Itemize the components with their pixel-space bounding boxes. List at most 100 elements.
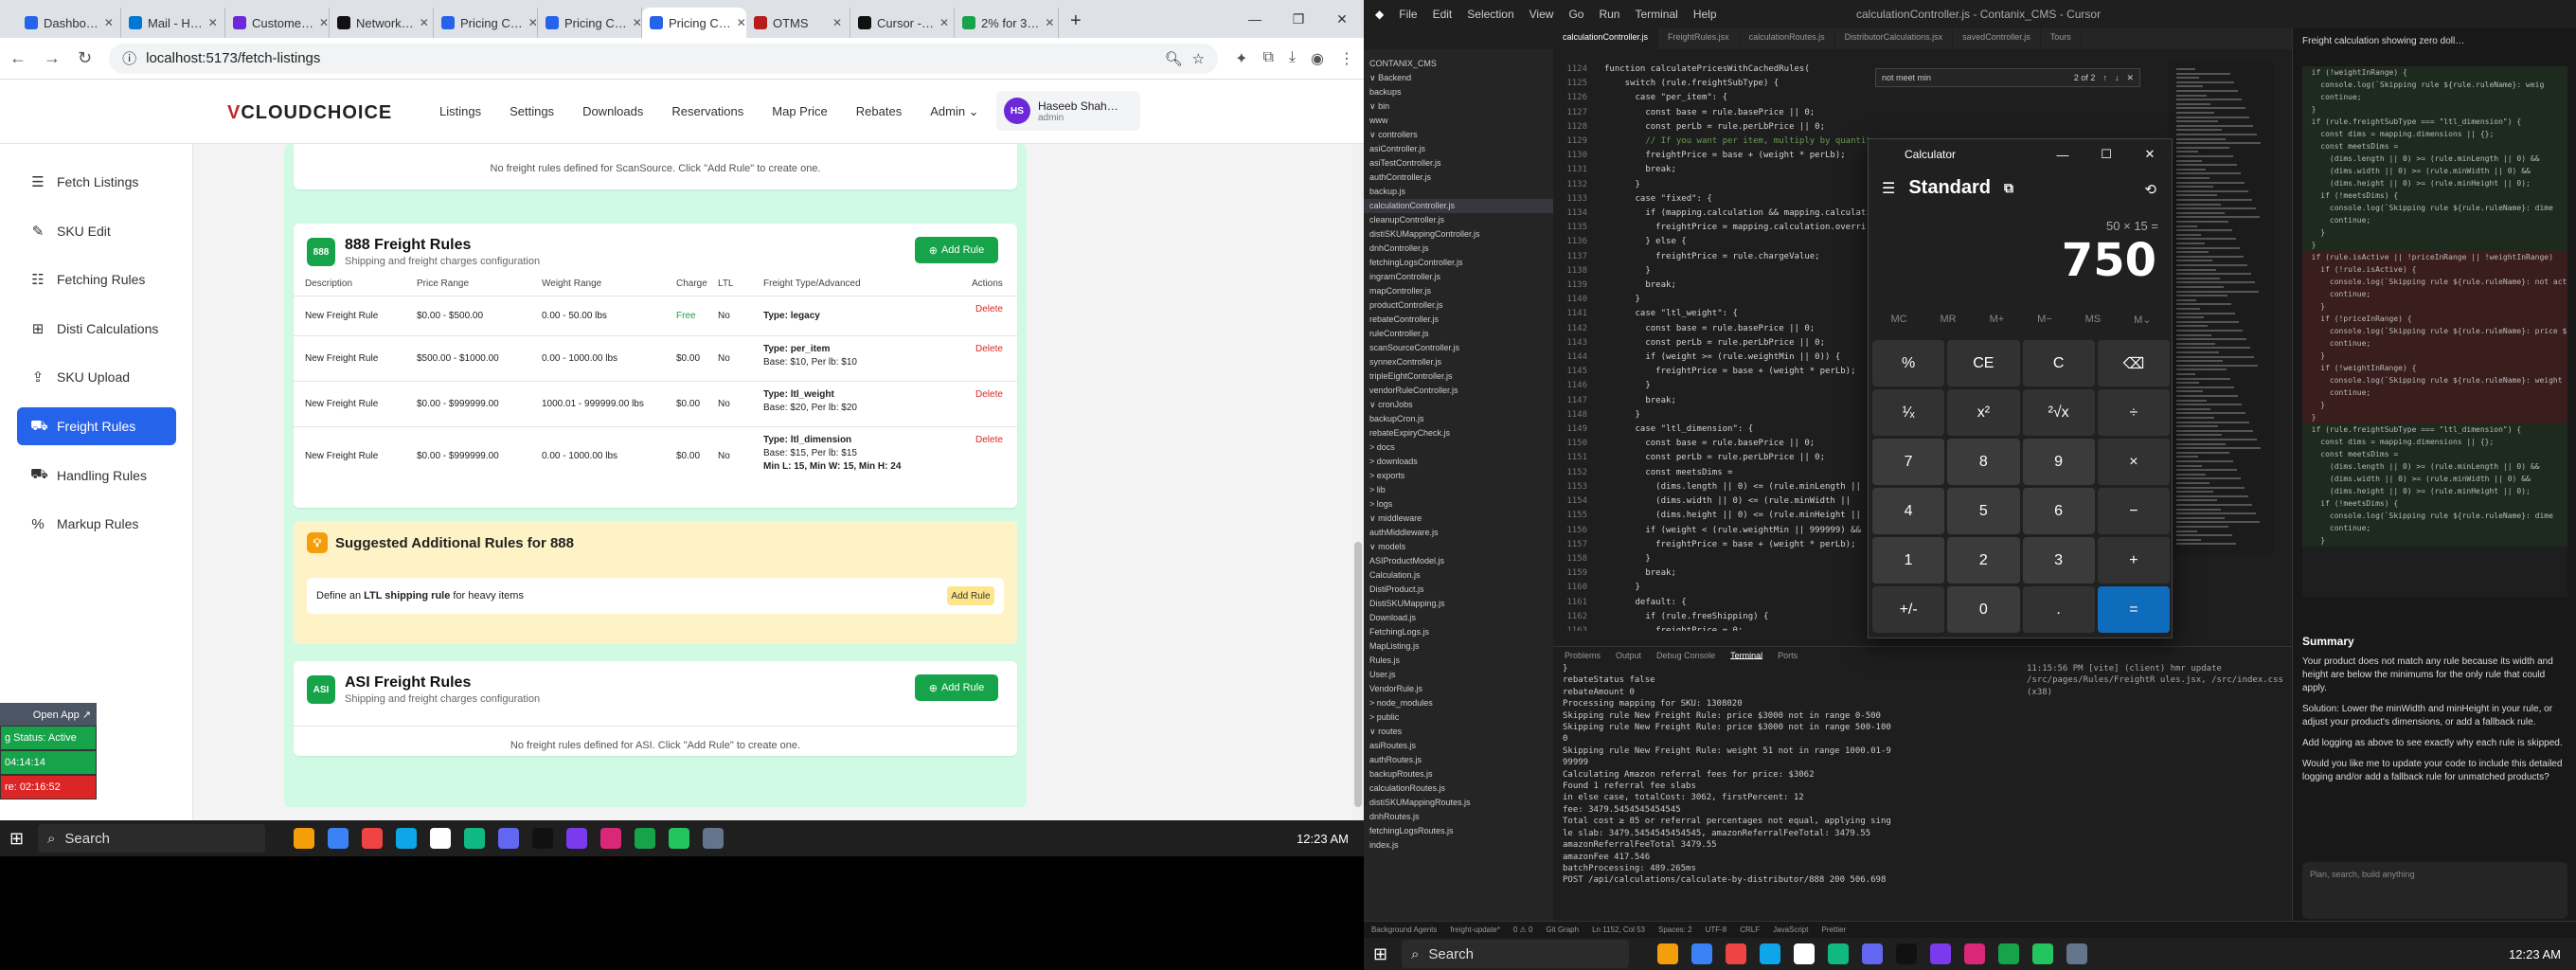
explorer-item[interactable]: www: [1364, 114, 1553, 128]
taskbar-app-icon[interactable]: [566, 828, 587, 849]
explorer-item[interactable]: Calculation.js: [1364, 568, 1553, 583]
chat-input[interactable]: Plan, search, build anything: [2302, 862, 2567, 919]
explorer-item[interactable]: VendorRule.js: [1364, 682, 1553, 696]
memory-button-5[interactable]: M⌄: [2134, 314, 2151, 326]
close-icon[interactable]: ✕: [1320, 0, 1364, 38]
memory-button-1[interactable]: MR: [1941, 314, 1957, 326]
editor-tab[interactable]: Tours: [2041, 28, 2082, 49]
tab-close-icon[interactable]: ✕: [104, 16, 114, 29]
zoom-icon[interactable]: 🔍︎: [1165, 50, 1183, 67]
taskbar-app-icon[interactable]: [2032, 943, 2053, 964]
calc-key[interactable]: 5: [1947, 488, 2020, 534]
status-item[interactable]: 0 ⚠ 0: [1513, 925, 1533, 934]
explorer-item[interactable]: ingramController.js: [1364, 270, 1553, 284]
browser-tab[interactable]: Pricing C… ✕: [642, 8, 746, 38]
taskbar-app-icon[interactable]: [1760, 943, 1780, 964]
explorer-item[interactable]: asiTestController.js: [1364, 156, 1553, 171]
explorer-item[interactable]: synnexController.js: [1364, 355, 1553, 369]
explorer-item[interactable]: FetchingLogs.js: [1364, 625, 1553, 639]
minimize-icon[interactable]: —: [1233, 0, 1277, 38]
calc-key[interactable]: −: [2097, 488, 2170, 534]
minimize-icon[interactable]: —: [2041, 139, 2084, 170]
sidebar-item-disti-calculations[interactable]: ⊞ Disti Calculations: [17, 310, 176, 348]
calc-key[interactable]: ÷: [2097, 389, 2170, 436]
taskbar-app-icon[interactable]: [635, 828, 655, 849]
explorer-item[interactable]: ∨ Backend: [1364, 71, 1553, 85]
explorer-item[interactable]: > logs: [1364, 497, 1553, 512]
taskbar-app-icon[interactable]: [703, 828, 724, 849]
menu-view[interactable]: View: [1530, 8, 1554, 21]
open-app-button[interactable]: Open App ↗: [0, 703, 97, 726]
explorer-item[interactable]: fetchingLogsController.js: [1364, 256, 1553, 270]
status-item[interactable]: Ln 1152, Col 53: [1592, 925, 1645, 934]
explorer-item[interactable]: ∨ bin: [1364, 99, 1553, 114]
status-item[interactable]: Spaces: 2: [1658, 925, 1692, 934]
panel-tab-debug-console[interactable]: Debug Console: [1656, 651, 1715, 660]
panel-tab-problems[interactable]: Problems: [1565, 651, 1601, 660]
tab-close-icon[interactable]: ✕: [528, 16, 537, 29]
menu-help[interactable]: Help: [1693, 8, 1717, 21]
explorer-item[interactable]: distiSKUMappingController.js: [1364, 227, 1553, 242]
vcloudchoice-logo[interactable]: VCLOUDCHOICE: [227, 102, 392, 124]
explorer-item[interactable]: ruleController.js: [1364, 327, 1553, 341]
calc-key[interactable]: 8: [1947, 439, 2020, 485]
panel-tab-output[interactable]: Output: [1616, 651, 1641, 660]
calc-key[interactable]: ²√x: [2022, 389, 2095, 436]
scrollbar-thumb[interactable]: [1354, 542, 1362, 807]
sidebar-item-handling-rules[interactable]: ⛟ Handling Rules: [17, 457, 176, 494]
tab-close-icon[interactable]: ✕: [939, 16, 949, 29]
calc-key[interactable]: 6: [2022, 488, 2095, 534]
explorer-item[interactable]: mapController.js: [1364, 284, 1553, 298]
explorer-item[interactable]: backupRoutes.js: [1364, 767, 1553, 781]
explorer-item[interactable]: CONTANIX_CMS: [1364, 57, 1553, 71]
taskbar-app-icon[interactable]: [600, 828, 621, 849]
calc-key[interactable]: %: [1872, 340, 1945, 386]
explorer-item[interactable]: calculationRoutes.js: [1364, 781, 1553, 796]
menu-terminal[interactable]: Terminal: [1635, 8, 1677, 21]
browser-tab[interactable]: Network… ✕: [330, 8, 434, 38]
status-item[interactable]: CRLF: [1740, 925, 1760, 934]
explorer-item[interactable]: cleanupController.js: [1364, 213, 1553, 227]
explorer-item[interactable]: rebateExpiryCheck.js: [1364, 426, 1553, 440]
back-icon[interactable]: ←: [9, 48, 27, 68]
explorer-item[interactable]: backups: [1364, 85, 1553, 99]
explorer-item[interactable]: productController.js: [1364, 298, 1553, 313]
taskbar-app-icon[interactable]: [1862, 943, 1883, 964]
editor-tab[interactable]: calculationRoutes.js: [1740, 28, 1835, 49]
taskbar-app-icon[interactable]: [1828, 943, 1849, 964]
explorer-item[interactable]: MapListing.js: [1364, 639, 1553, 654]
windows-start-icon[interactable]: ⊞: [9, 829, 28, 848]
calc-key[interactable]: 1: [1872, 537, 1945, 584]
download-icon[interactable]: ⤓: [1289, 49, 1296, 68]
explorer-item[interactable]: ASIProductModel.js: [1364, 554, 1553, 568]
sidebar-item-sku-edit[interactable]: ✎ SKU Edit: [17, 212, 176, 250]
sidebar-item-fetch-listings[interactable]: ☰ Fetch Listings: [17, 163, 176, 201]
site-info-icon[interactable]: ⓘ: [122, 48, 136, 68]
explorer-item[interactable]: ∨ middleware: [1364, 512, 1553, 526]
taskbar-app-icon[interactable]: [1794, 943, 1815, 964]
explorer-item[interactable]: backup.js: [1364, 185, 1553, 199]
explorer-item[interactable]: fetchingLogsRoutes.js: [1364, 824, 1553, 838]
calc-key[interactable]: +: [2097, 537, 2170, 584]
explorer-item[interactable]: calculationController.js: [1364, 199, 1553, 213]
explorer-item[interactable]: User.js: [1364, 668, 1553, 682]
find-next-icon[interactable]: ↓: [2115, 73, 2120, 82]
calc-key[interactable]: C: [2022, 340, 2095, 386]
explorer-item[interactable]: > public: [1364, 710, 1553, 725]
calc-key[interactable]: 3: [2022, 537, 2095, 584]
explorer-item[interactable]: rebateController.js: [1364, 313, 1553, 327]
status-item[interactable]: Background Agents: [1371, 925, 1437, 934]
taskbar-app-icon[interactable]: [1657, 943, 1678, 964]
calc-key[interactable]: ¹⁄ₓ: [1872, 389, 1945, 436]
browser-tab[interactable]: 2% for 3… ✕: [955, 8, 1059, 38]
tab-close-icon[interactable]: ✕: [633, 16, 641, 29]
taskbar-app-icon[interactable]: [1964, 943, 1985, 964]
browser-tab[interactable]: Custome… ✕: [225, 8, 330, 38]
explorer-item[interactable]: > docs: [1364, 440, 1553, 455]
nav-link-3[interactable]: Reservations: [671, 104, 743, 119]
explorer-item[interactable]: authController.js: [1364, 171, 1553, 185]
calc-key[interactable]: 9: [2022, 439, 2095, 485]
reload-icon[interactable]: ↻: [78, 48, 92, 68]
windows-start-icon[interactable]: ⊞: [1373, 944, 1392, 963]
page-scrollbar[interactable]: [1352, 144, 1364, 820]
